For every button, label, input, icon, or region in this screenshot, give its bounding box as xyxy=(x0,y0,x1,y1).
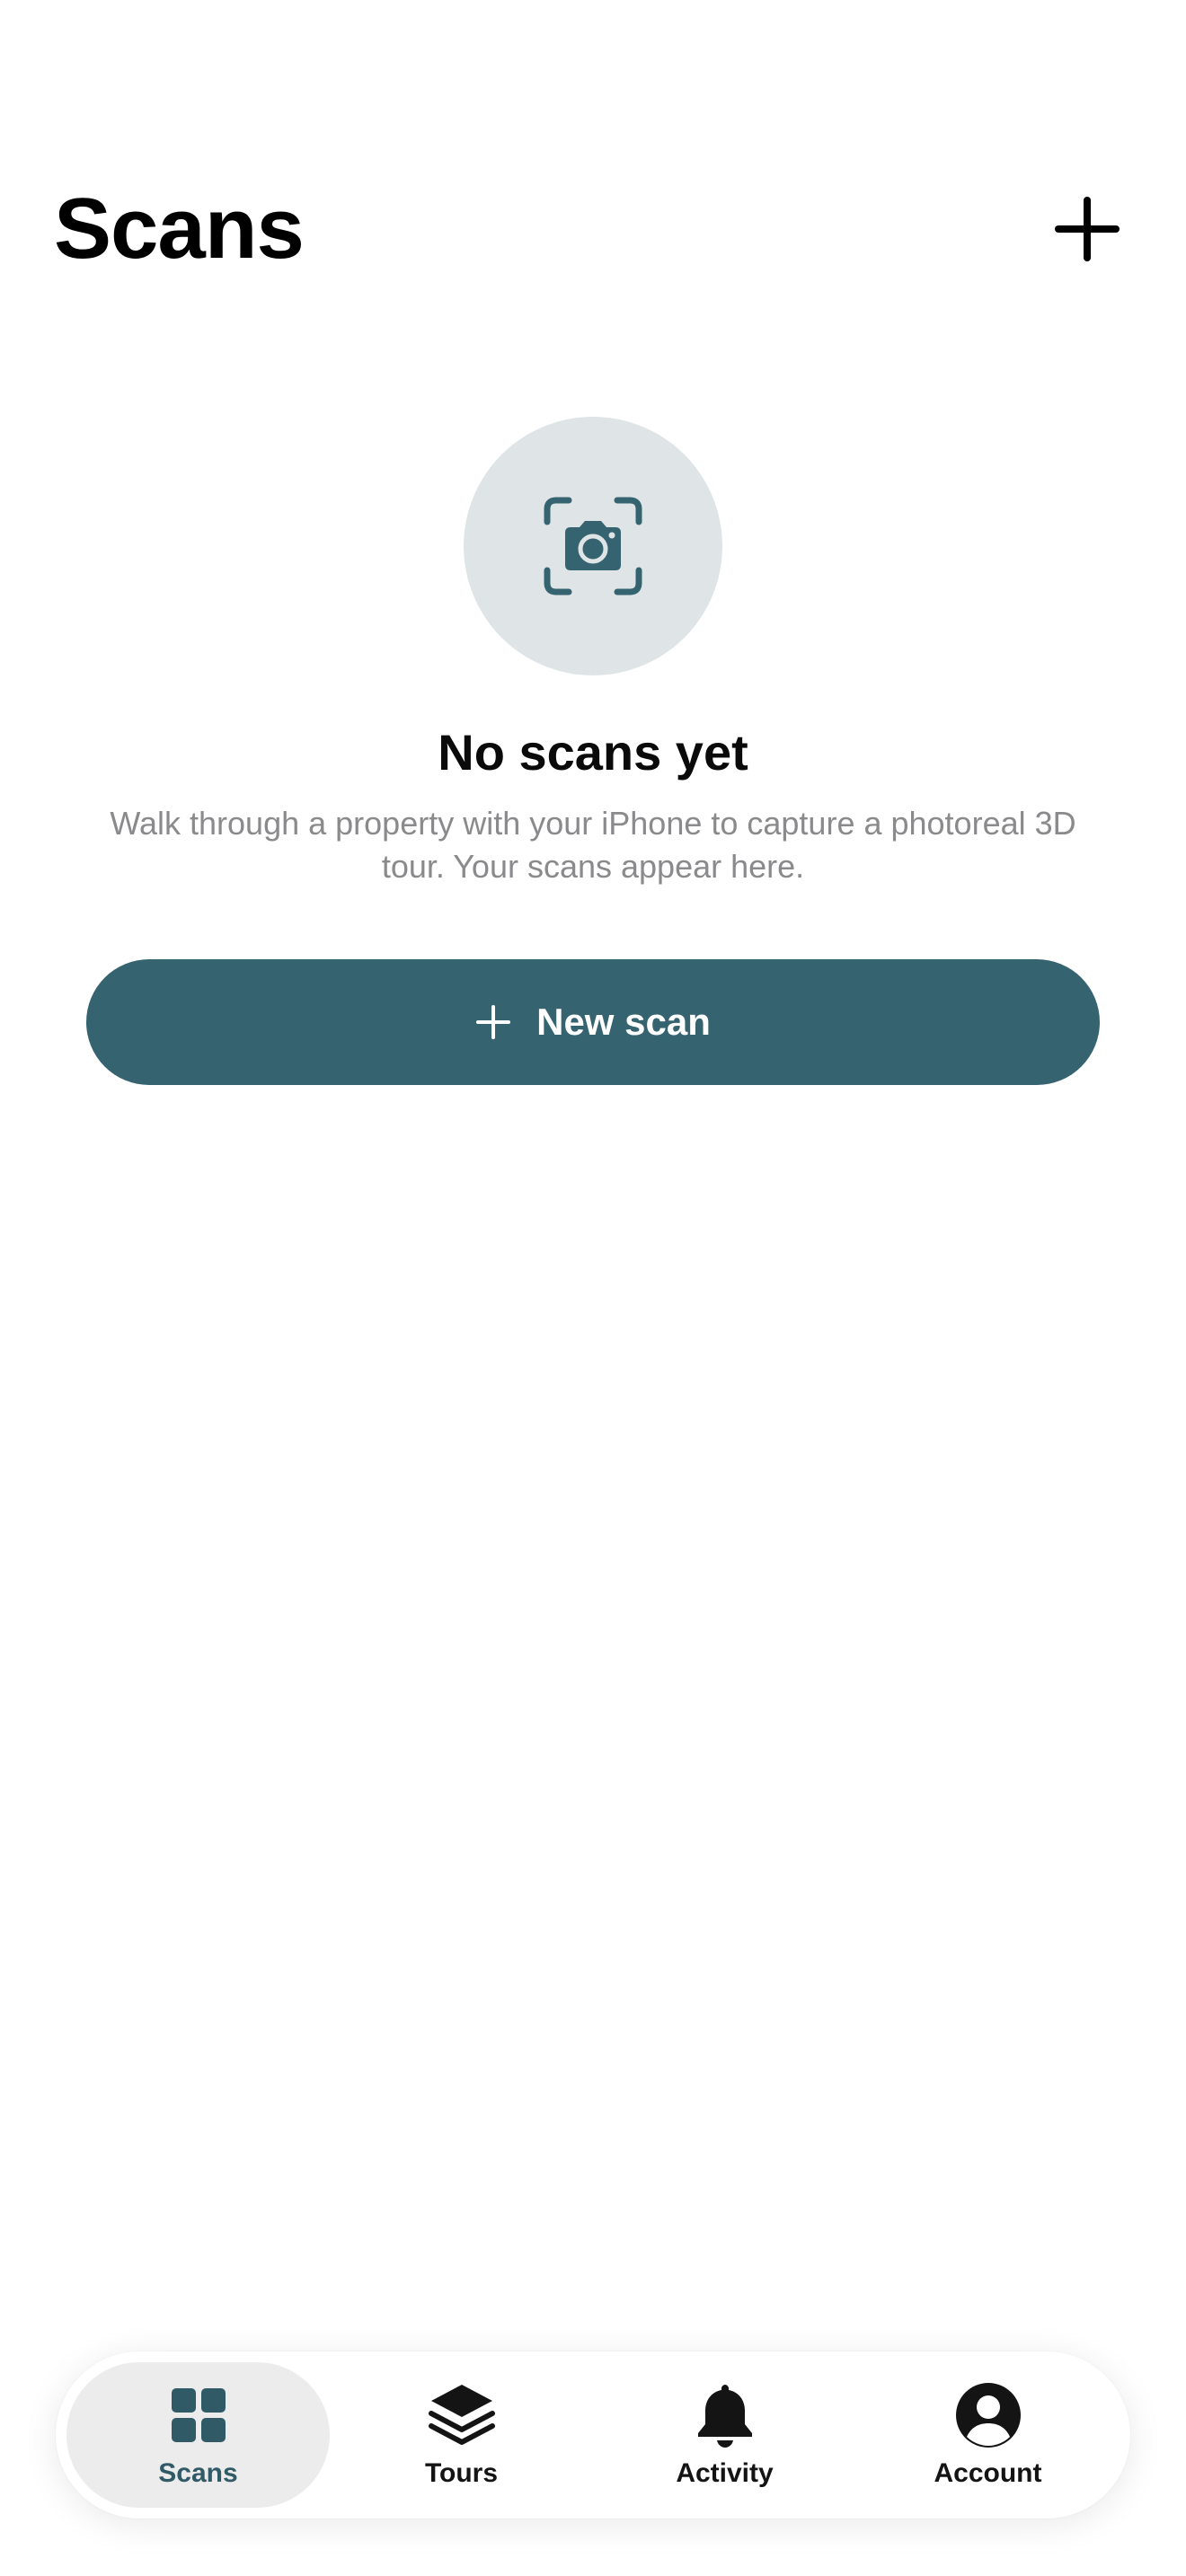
tab-activity[interactable]: Activity xyxy=(593,2362,856,2508)
empty-state-icon-circle xyxy=(464,417,722,675)
scans-screen: Scans No scans yet Walk through a proper… xyxy=(0,0,1186,2576)
empty-state-title: No scans yet xyxy=(438,724,748,781)
page-title: Scans xyxy=(54,181,305,277)
empty-state: No scans yet Walk through a property wit… xyxy=(0,417,1186,888)
tab-label: Scans xyxy=(158,2458,238,2488)
camera-viewfinder-icon xyxy=(544,497,642,595)
new-scan-label: New scan xyxy=(536,1001,711,1043)
tab-tours[interactable]: Tours xyxy=(330,2362,593,2508)
person-circle-icon xyxy=(955,2383,1021,2448)
tab-label: Account xyxy=(934,2458,1042,2488)
tab-account[interactable]: Account xyxy=(856,2362,1120,2508)
layers-icon xyxy=(428,2385,495,2445)
plus-icon xyxy=(1055,197,1120,261)
add-scan-button[interactable] xyxy=(1042,184,1132,274)
new-scan-button[interactable]: New scan xyxy=(86,959,1100,1085)
tab-scans[interactable]: Scans xyxy=(66,2362,330,2508)
header: Scans xyxy=(54,171,1132,287)
grid-icon xyxy=(171,2388,226,2442)
tab-label: Tours xyxy=(424,2458,499,2488)
bell-icon xyxy=(697,2385,752,2448)
tab-label: Activity xyxy=(676,2458,774,2488)
tab-bar: Scans Tours Activity Account xyxy=(56,2351,1130,2519)
empty-state-description: Walk through a property with your iPhone… xyxy=(110,805,1076,886)
plus-icon xyxy=(476,1005,511,1039)
